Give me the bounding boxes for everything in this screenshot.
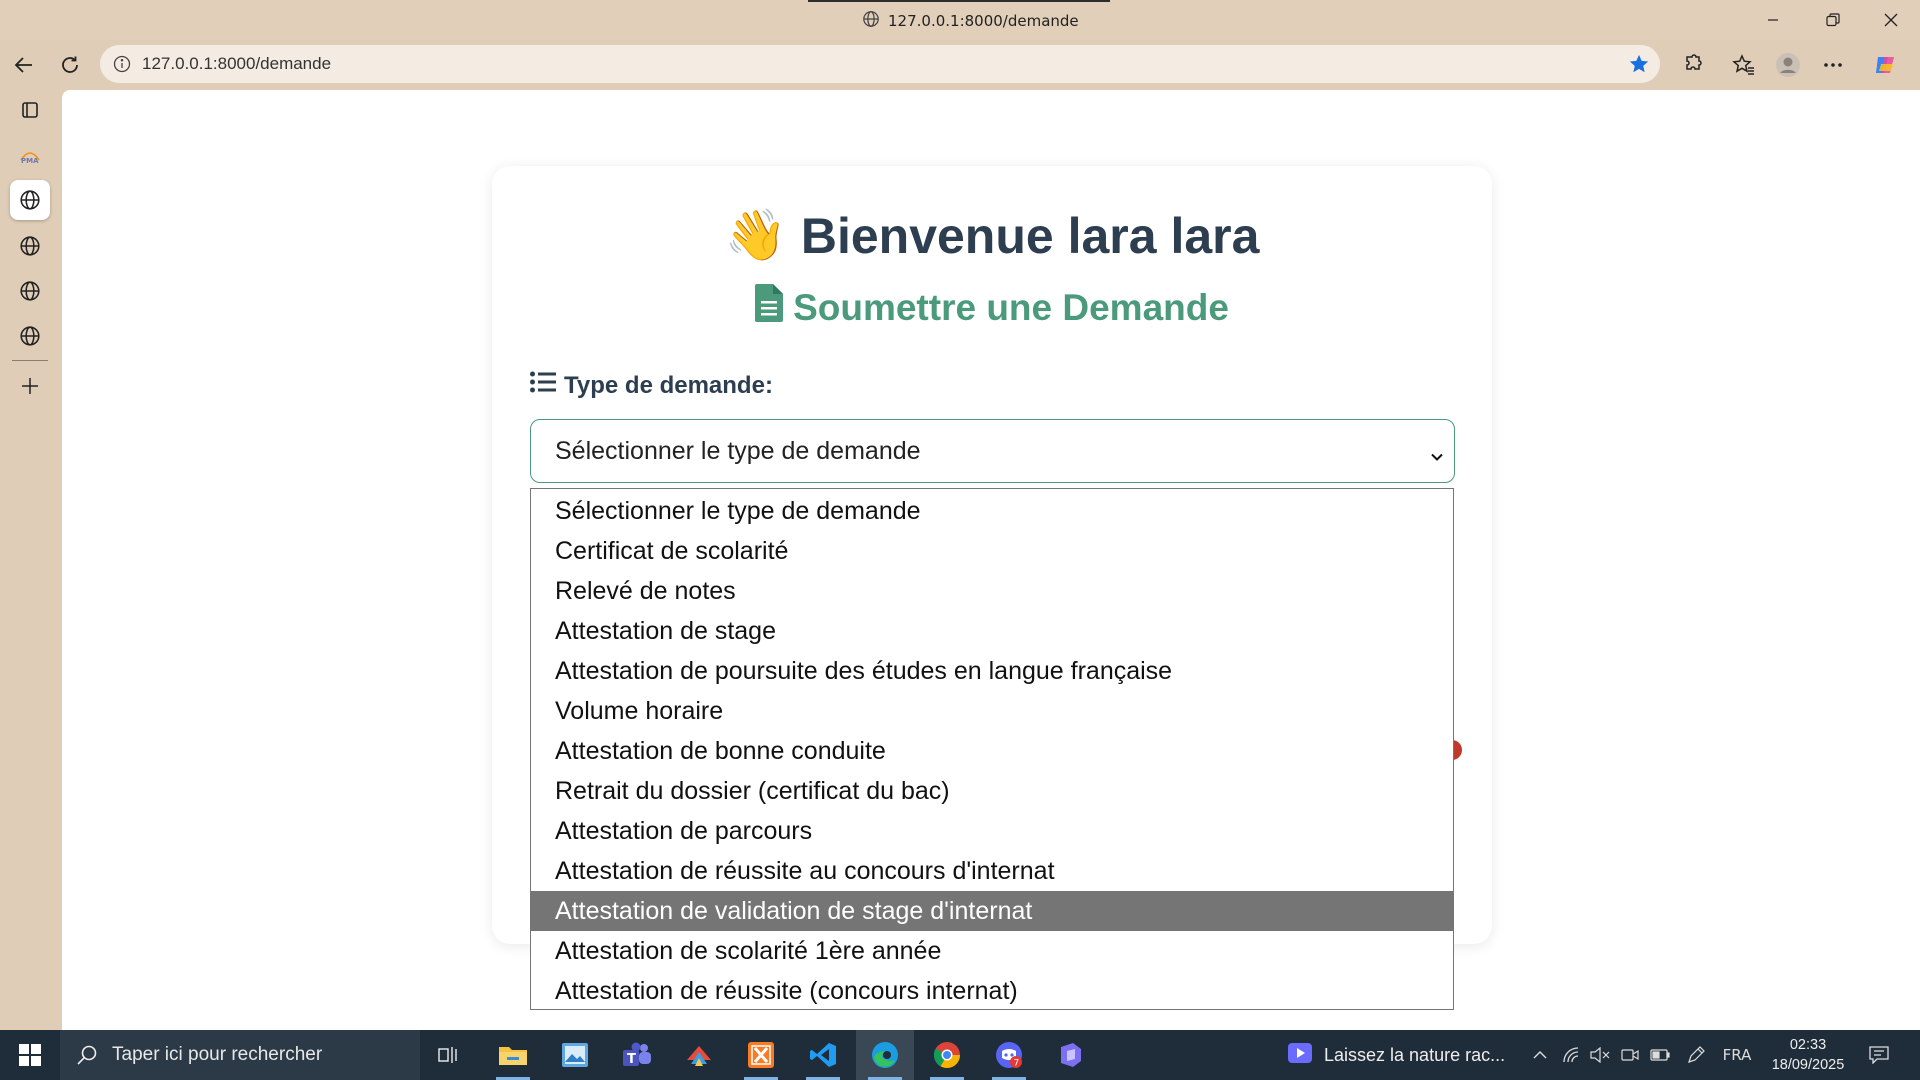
sidebar: PMA bbox=[0, 90, 62, 1030]
dropdown-option[interactable]: Attestation de réussite au concours d'in… bbox=[531, 851, 1453, 891]
battery-icon[interactable] bbox=[1648, 1030, 1672, 1080]
info-icon[interactable] bbox=[112, 54, 132, 74]
dropdown-option[interactable]: Sélectionner le type de demande bbox=[531, 491, 1453, 531]
app-icon[interactable] bbox=[1042, 1030, 1100, 1080]
volume-muted-icon[interactable] bbox=[1588, 1030, 1612, 1080]
request-type-label-text: Type de demande: bbox=[564, 371, 773, 399]
window-title: 127.0.0.1:8000/demande bbox=[862, 10, 1079, 32]
url-text[interactable]: 127.0.0.1:8000/demande bbox=[142, 54, 331, 74]
taskbar: Taper ici pour rechercher T 7 Laissez la… bbox=[0, 1030, 1920, 1080]
chevron-down-icon[interactable] bbox=[1430, 442, 1444, 471]
request-type-select[interactable]: Sélectionner le type de demande bbox=[530, 419, 1455, 483]
dropdown-option[interactable]: Attestation de réussite (concours intern… bbox=[531, 971, 1453, 1009]
welcome-heading: 👋 Bienvenue lara lara bbox=[492, 206, 1492, 265]
meet-now-icon[interactable] bbox=[1618, 1030, 1642, 1080]
svg-text:T: T bbox=[627, 1052, 636, 1067]
edge-browser-icon[interactable] bbox=[856, 1030, 914, 1080]
new-tab-plus-icon[interactable] bbox=[10, 366, 50, 406]
welcome-text: Bienvenue lara lara bbox=[800, 207, 1260, 264]
file-explorer-icon[interactable] bbox=[484, 1030, 542, 1080]
dropdown-option[interactable]: Attestation de parcours bbox=[531, 811, 1453, 851]
favorite-star-icon[interactable] bbox=[1628, 53, 1650, 79]
taskbar-search-placeholder[interactable]: Taper ici pour rechercher bbox=[112, 1044, 322, 1066]
taskbar-search-box[interactable]: Taper ici pour rechercher bbox=[60, 1030, 420, 1080]
window-title-text: 127.0.0.1:8000/demande bbox=[888, 12, 1079, 30]
navigation-bar: 127.0.0.1:8000/demande bbox=[0, 40, 1920, 90]
tab-actions-icon[interactable] bbox=[10, 90, 50, 130]
title-bar: 127.0.0.1:8000/demande bbox=[0, 0, 1920, 40]
dropdown-option[interactable]: Relevé de notes bbox=[531, 571, 1453, 611]
show-hidden-icons-chevron-up-icon[interactable] bbox=[1528, 1030, 1552, 1080]
request-type-dropdown-list[interactable]: Sélectionner le type de demande Certifica… bbox=[530, 488, 1454, 1010]
phpmyadmin-tab-icon[interactable]: PMA bbox=[10, 136, 50, 176]
dropdown-option[interactable]: Attestation de scolarité 1ère année bbox=[531, 931, 1453, 971]
tab-globe-icon[interactable] bbox=[10, 226, 50, 266]
notification-center-icon[interactable] bbox=[1864, 1030, 1894, 1080]
waving-hand-icon: 👋 bbox=[724, 207, 787, 263]
system-clock[interactable]: 02:33 18/09/2025 bbox=[1760, 1035, 1856, 1075]
minimize-button[interactable] bbox=[1750, 4, 1796, 36]
copilot-icon[interactable] bbox=[1868, 47, 1904, 83]
pen-icon[interactable] bbox=[1684, 1030, 1708, 1080]
teams-icon[interactable]: T bbox=[608, 1030, 666, 1080]
dropdown-option[interactable]: Attestation de stage bbox=[531, 611, 1453, 651]
discord-icon[interactable]: 7 bbox=[980, 1030, 1038, 1080]
network-icon[interactable] bbox=[1560, 1030, 1584, 1080]
video-news-icon bbox=[1288, 1042, 1312, 1068]
tab-globe-icon[interactable] bbox=[10, 271, 50, 311]
svg-text:PMA: PMA bbox=[21, 157, 39, 164]
list-icon bbox=[530, 371, 556, 400]
app-icon[interactable] bbox=[670, 1030, 728, 1080]
dropdown-option[interactable]: Certificat de scolarité bbox=[531, 531, 1453, 571]
restore-button[interactable] bbox=[1810, 4, 1856, 36]
task-view-icon[interactable] bbox=[420, 1030, 478, 1080]
tab-globe-icon[interactable] bbox=[10, 316, 50, 356]
windows-start-icon[interactable] bbox=[0, 1030, 60, 1080]
favorites-icon[interactable] bbox=[1726, 47, 1762, 83]
refresh-button[interactable] bbox=[52, 47, 88, 83]
dropdown-option[interactable]: Retrait du dossier (certificat du bac) bbox=[531, 771, 1453, 811]
dropdown-option[interactable]: Attestation de poursuite des études en l… bbox=[531, 651, 1453, 691]
more-options-icon[interactable] bbox=[1815, 47, 1851, 83]
profile-avatar-icon[interactable] bbox=[1770, 47, 1806, 83]
language-indicator[interactable]: FRA bbox=[1718, 1030, 1756, 1080]
clock-date[interactable]: 18/09/2025 bbox=[1760, 1055, 1856, 1075]
close-button[interactable] bbox=[1868, 4, 1914, 36]
extensions-icon[interactable] bbox=[1674, 47, 1710, 83]
sidebar-divider bbox=[12, 360, 48, 361]
chrome-icon[interactable] bbox=[918, 1030, 976, 1080]
news-text[interactable]: Laissez la nature rac... bbox=[1324, 1045, 1505, 1066]
request-type-label: Type de demande: bbox=[530, 371, 773, 400]
form-title: Soumettre une Demande bbox=[492, 284, 1492, 331]
news-widget[interactable]: Laissez la nature rac... bbox=[1288, 1030, 1505, 1080]
dropdown-option[interactable]: Attestation de validation de stage d'int… bbox=[531, 891, 1453, 931]
address-bar[interactable]: 127.0.0.1:8000/demande bbox=[100, 45, 1660, 83]
dropdown-option[interactable]: Attestation de bonne conduite bbox=[531, 731, 1453, 771]
form-title-text: Soumettre une Demande bbox=[793, 286, 1229, 328]
photos-app-icon[interactable] bbox=[546, 1030, 604, 1080]
request-type-select-value[interactable]: Sélectionner le type de demande bbox=[555, 437, 921, 466]
document-icon bbox=[755, 284, 784, 331]
active-tab-globe-icon[interactable] bbox=[10, 180, 50, 220]
dropdown-option[interactable]: Volume horaire bbox=[531, 691, 1453, 731]
vscode-icon[interactable] bbox=[794, 1030, 852, 1080]
xampp-icon[interactable] bbox=[732, 1030, 790, 1080]
back-button[interactable] bbox=[6, 47, 42, 83]
globe-icon bbox=[862, 10, 880, 32]
discord-badge: 7 bbox=[1014, 1059, 1020, 1069]
clock-time[interactable]: 02:33 bbox=[1760, 1035, 1856, 1055]
active-tab-indicator bbox=[808, 0, 1110, 2]
search-icon bbox=[76, 1044, 98, 1066]
